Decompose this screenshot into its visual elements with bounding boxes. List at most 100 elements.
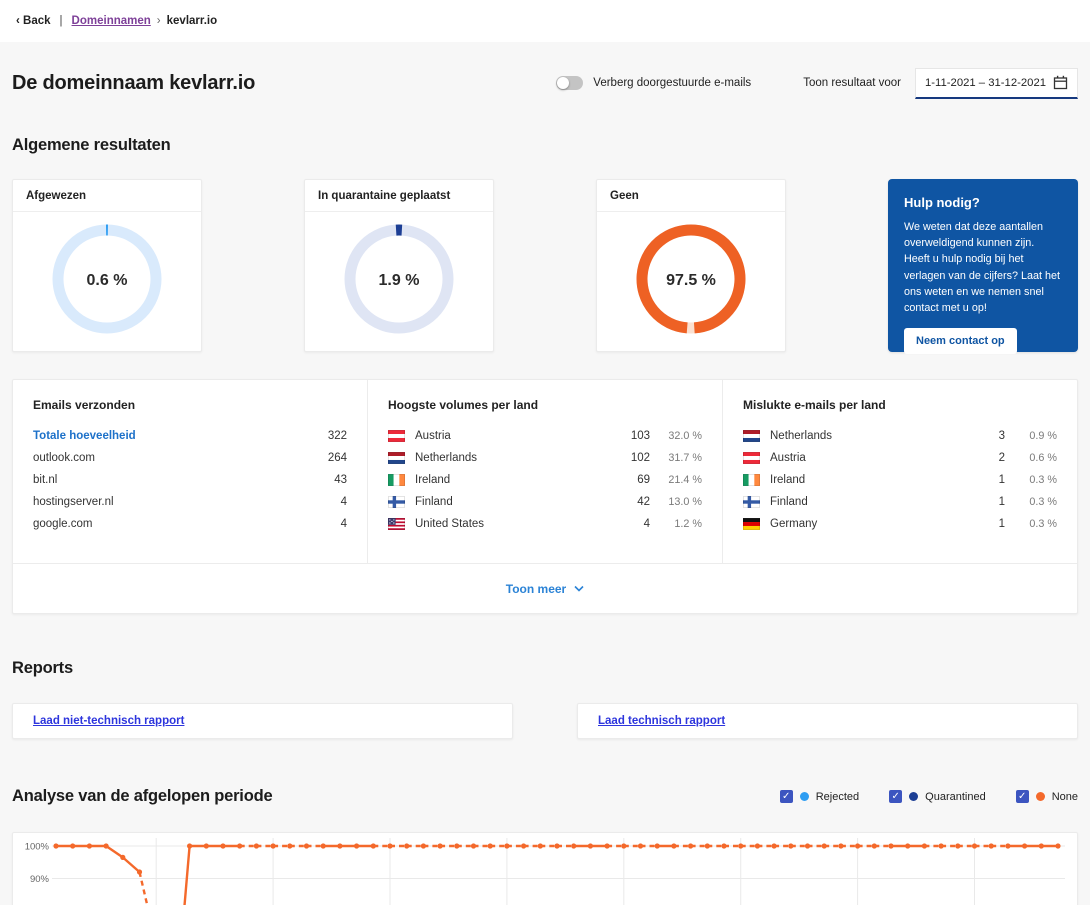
country-row: Austria 103 32.0 % bbox=[388, 425, 702, 447]
column-title: Emails verzonden bbox=[33, 398, 347, 412]
legend-item-quarantined[interactable]: ✓ Quarantined bbox=[889, 790, 986, 803]
country-percentage: 0.6 % bbox=[1005, 452, 1057, 464]
country-label: Netherlands bbox=[415, 452, 616, 464]
country-count: 102 bbox=[616, 452, 650, 464]
country-count: 103 bbox=[616, 430, 650, 442]
flag-germany-icon bbox=[743, 518, 760, 530]
legend-dot-icon bbox=[1036, 792, 1045, 801]
country-label: Ireland bbox=[770, 474, 971, 486]
country-count: 1 bbox=[971, 496, 1005, 508]
country-percentage: 31.7 % bbox=[650, 452, 702, 464]
country-row: Ireland 69 21.4 % bbox=[388, 469, 702, 491]
line-chart: 100%90% bbox=[13, 833, 1077, 905]
card-quarantined: In quarantaine geplaatst 1.9 % bbox=[304, 179, 494, 352]
donut-chart: 0.6 % bbox=[46, 218, 168, 340]
country-count: 2 bbox=[971, 452, 1005, 464]
flag-finland-icon bbox=[743, 496, 760, 508]
flag-austria-icon bbox=[388, 430, 405, 442]
country-row: United States 4 1.2 % bbox=[388, 513, 702, 535]
date-range-input[interactable]: 1-11-2021 – 31-12-2021 bbox=[915, 68, 1078, 99]
country-row: Ireland 1 0.3 % bbox=[743, 469, 1057, 491]
email-source-row: bit.nl 43 bbox=[33, 469, 347, 491]
country-label: United States bbox=[415, 518, 616, 530]
load-technical-report-link[interactable]: Laad technisch rapport bbox=[598, 715, 725, 727]
country-count: 3 bbox=[971, 430, 1005, 442]
legend-item-none[interactable]: ✓ None bbox=[1016, 790, 1078, 803]
country-percentage: 0.3 % bbox=[1005, 518, 1057, 530]
column-title: Mislukte e-mails per land bbox=[743, 398, 1057, 412]
chart-legend: ✓ Rejected ✓ Quarantined ✓ None bbox=[780, 790, 1078, 803]
help-title: Hulp nodig? bbox=[904, 195, 1062, 210]
section-title-general: Algemene resultaten bbox=[12, 136, 1078, 155]
column-failed-per-country: Mislukte e-mails per land Netherlands 3 … bbox=[722, 380, 1077, 563]
stats-card: Emails verzonden Totale hoeveelheid 322 … bbox=[12, 379, 1078, 614]
card-none: Geen 97.5 % bbox=[596, 179, 786, 352]
svg-text:100%: 100% bbox=[25, 842, 50, 853]
total-amount-link[interactable]: Totale hoeveelheid bbox=[33, 430, 328, 442]
card-rejected: Afgewezen 0.6 % bbox=[12, 179, 202, 352]
page-title: De domeinnaam kevlarr.io bbox=[12, 72, 255, 95]
flag-ireland-icon bbox=[388, 474, 405, 486]
country-percentage: 1.2 % bbox=[650, 518, 702, 530]
checkbox-checked-icon[interactable]: ✓ bbox=[889, 790, 902, 803]
flag-ireland-icon bbox=[743, 474, 760, 486]
country-label: Netherlands bbox=[770, 430, 971, 442]
breadcrumb-separator: | bbox=[60, 15, 63, 27]
source-label: outlook.com bbox=[33, 452, 328, 464]
flag-finland-icon bbox=[388, 496, 405, 508]
legend-item-rejected[interactable]: ✓ Rejected bbox=[780, 790, 859, 803]
country-percentage: 0.3 % bbox=[1005, 474, 1057, 486]
breadcrumb-link-domeinnamen[interactable]: Domeinnamen bbox=[72, 15, 151, 27]
column-emails-sent: Emails verzonden Totale hoeveelheid 322 … bbox=[13, 380, 367, 563]
breadcrumb: ‹ Back | Domeinnamen › kevlarr.io bbox=[0, 0, 1090, 42]
country-label: Finland bbox=[770, 496, 971, 508]
checkbox-checked-icon[interactable]: ✓ bbox=[780, 790, 793, 803]
help-card: Hulp nodig? We weten dat deze aantallen … bbox=[888, 179, 1078, 352]
toggle-label: Verberg doorgestuurde e-mails bbox=[593, 77, 751, 89]
report-cards: Laad niet-technisch rapport Laad technis… bbox=[12, 703, 1078, 739]
load-non-technical-report-link[interactable]: Laad niet-technisch rapport bbox=[33, 715, 184, 727]
flag-austria-icon bbox=[743, 452, 760, 464]
legend-label: Quarantined bbox=[925, 791, 986, 803]
contact-button[interactable]: Neem contact op bbox=[904, 328, 1017, 354]
donut-none: 97.5 % bbox=[597, 212, 785, 340]
column-volumes-per-country: Hoogste volumes per land Austria 103 32.… bbox=[367, 380, 722, 563]
section-title-reports: Reports bbox=[12, 659, 1078, 678]
country-count: 42 bbox=[616, 496, 650, 508]
country-count: 1 bbox=[971, 474, 1005, 486]
date-range-label: Toon resultaat voor bbox=[803, 77, 901, 89]
back-link[interactable]: ‹ Back bbox=[16, 15, 51, 27]
legend-label: None bbox=[1052, 791, 1078, 803]
help-body: We weten dat deze aantallen overweldigen… bbox=[904, 219, 1062, 316]
country-percentage: 32.0 % bbox=[650, 430, 702, 442]
country-label: Germany bbox=[770, 518, 971, 530]
show-more-button[interactable]: Toon meer bbox=[506, 582, 584, 596]
donut-percentage: 0.6 % bbox=[87, 272, 128, 289]
chevron-down-icon bbox=[574, 585, 584, 592]
country-label: Austria bbox=[415, 430, 616, 442]
flag-united-states-icon bbox=[388, 518, 405, 530]
report-card-technical: Laad technisch rapport bbox=[577, 703, 1078, 739]
donut-cards: Afgewezen 0.6 % In quarantaine geplaatst… bbox=[12, 179, 1078, 352]
country-percentage: 0.3 % bbox=[1005, 496, 1057, 508]
chevron-left-icon: ‹ bbox=[16, 15, 20, 27]
country-row: Netherlands 102 31.7 % bbox=[388, 447, 702, 469]
country-percentage: 21.4 % bbox=[650, 474, 702, 486]
calendar-icon[interactable] bbox=[1053, 75, 1068, 90]
report-card-non-technical: Laad niet-technisch rapport bbox=[12, 703, 513, 739]
card-title: Geen bbox=[597, 180, 785, 212]
donut-rejected: 0.6 % bbox=[13, 212, 201, 340]
source-count: 264 bbox=[328, 452, 347, 464]
country-count: 4 bbox=[616, 518, 650, 530]
source-count: 322 bbox=[328, 430, 347, 442]
email-source-row: outlook.com 264 bbox=[33, 447, 347, 469]
chevron-right-icon: › bbox=[157, 15, 161, 27]
country-label: Austria bbox=[770, 452, 971, 464]
country-percentage: 13.0 % bbox=[650, 496, 702, 508]
email-source-row: google.com 4 bbox=[33, 513, 347, 535]
checkbox-checked-icon[interactable]: ✓ bbox=[1016, 790, 1029, 803]
toggle-knob-icon bbox=[557, 77, 569, 89]
hide-forwarded-toggle[interactable] bbox=[556, 76, 583, 90]
source-label: hostingserver.nl bbox=[33, 496, 341, 508]
breadcrumb-current: kevlarr.io bbox=[167, 15, 218, 27]
